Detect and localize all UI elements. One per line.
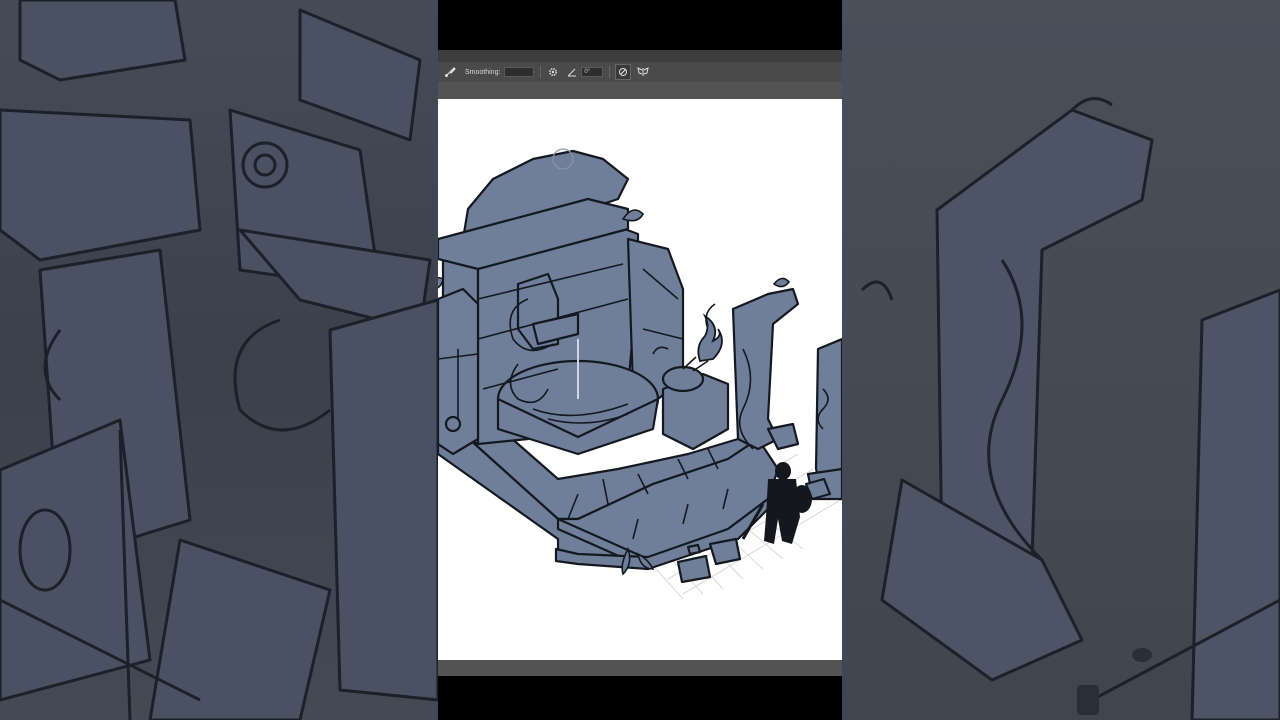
brush-icon: [445, 67, 456, 77]
angle-input[interactable]: 0°: [581, 67, 604, 77]
tool-options-bar: Smoothing: 0°: [438, 62, 842, 83]
divider: [540, 66, 542, 78]
symmetry-icon: [637, 67, 650, 76]
settings-button[interactable]: [546, 65, 560, 79]
pressure-icon: [619, 68, 628, 76]
background-right-panel: [842, 0, 1280, 720]
artwork-illustration: [438, 148, 842, 600]
smoothing-slider[interactable]: [504, 67, 535, 77]
smoothing-label: Smoothing:: [465, 68, 501, 76]
gear-icon: [549, 67, 558, 77]
background-left-panel: [0, 0, 438, 720]
pressure-button[interactable]: [615, 64, 632, 80]
angle-control[interactable]: [565, 65, 579, 79]
symmetry-button[interactable]: [636, 65, 650, 79]
drawing-canvas[interactable]: [438, 99, 842, 660]
canvas-padding-bottom: [438, 660, 842, 676]
brush-tool-button[interactable]: [443, 65, 457, 79]
background-artwork-right: [860, 97, 1280, 720]
divider: [609, 66, 611, 78]
canvas-padding-top: [438, 82, 842, 99]
drawing-app-window: Smoothing: 0°: [438, 0, 842, 720]
angle-icon: [568, 68, 577, 77]
background-artwork-left: [0, 0, 438, 720]
